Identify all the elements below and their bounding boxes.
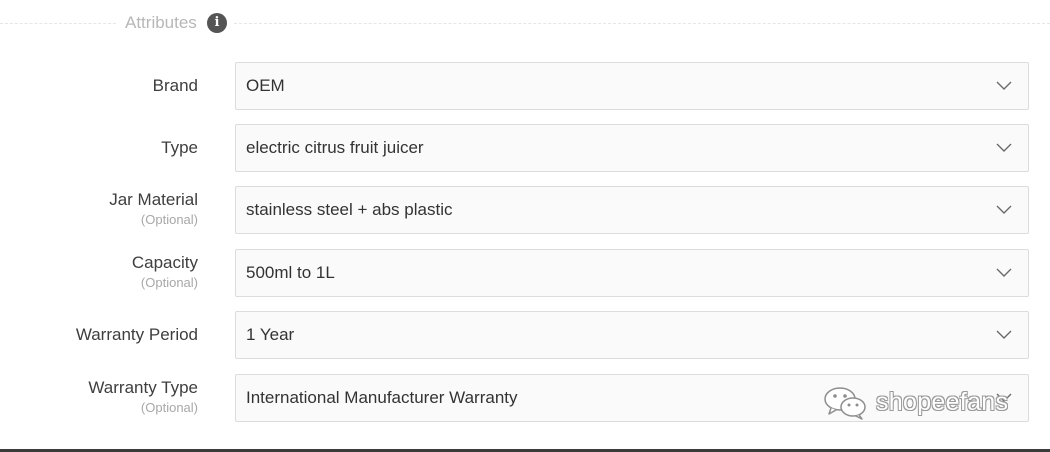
chevron-down-icon [996,268,1012,277]
attribute-label: Warranty Type (Optional) [88,378,198,416]
attribute-label-text: Jar Material [109,190,198,209]
jar-material-select[interactable]: stainless steel + abs plastic [235,186,1029,234]
info-icon[interactable]: i [207,13,227,33]
attributes-section-header: Attributes i [0,12,1050,34]
brand-value: OEM [246,76,285,95]
attribute-label-text: Warranty Period [75,325,198,344]
warranty-type-value: International Manufacturer Warranty [246,388,518,407]
attribute-label: Capacity (Optional) [132,253,198,291]
section-title: Attributes [125,13,197,32]
attributes-panel: Attributes i Brand OEM Type electric cit… [0,0,1050,452]
type-select[interactable]: electric citrus fruit juicer [235,124,1029,172]
attribute-label-text: Brand [152,76,198,95]
watermark-text: shopeefans [876,388,1009,416]
capacity-select[interactable]: 500ml to 1L [235,249,1029,297]
wechat-icon [824,387,866,420]
brand-select[interactable]: OEM [235,62,1029,110]
optional-hint: (Optional) [140,275,198,290]
capacity-value: 500ml to 1L [246,263,335,282]
chevron-down-icon [996,205,1012,214]
warranty-period-value: 1 Year [246,325,295,344]
attribute-label: Brand [153,76,198,96]
optional-hint: (Optional) [140,400,198,415]
attribute-label: Type [161,138,198,158]
divider-left [0,23,116,24]
chevron-down-icon [996,330,1012,339]
optional-hint: (Optional) [140,212,198,227]
type-value: electric citrus fruit juicer [246,138,424,157]
watermark: shopeefans [823,383,1023,421]
attribute-label: Jar Material (Optional) [109,190,198,228]
chevron-down-icon [996,143,1012,152]
attribute-label: Warranty Period [76,325,198,345]
warranty-period-select[interactable]: 1 Year [235,311,1029,359]
jar-material-value: stainless steel + abs plastic [246,200,453,219]
attribute-label-text: Type [161,138,198,157]
chevron-down-icon [996,81,1012,90]
divider-right [234,23,1050,24]
attribute-label-text: Capacity [131,253,198,272]
attribute-label-text: Warranty Type [88,378,198,397]
